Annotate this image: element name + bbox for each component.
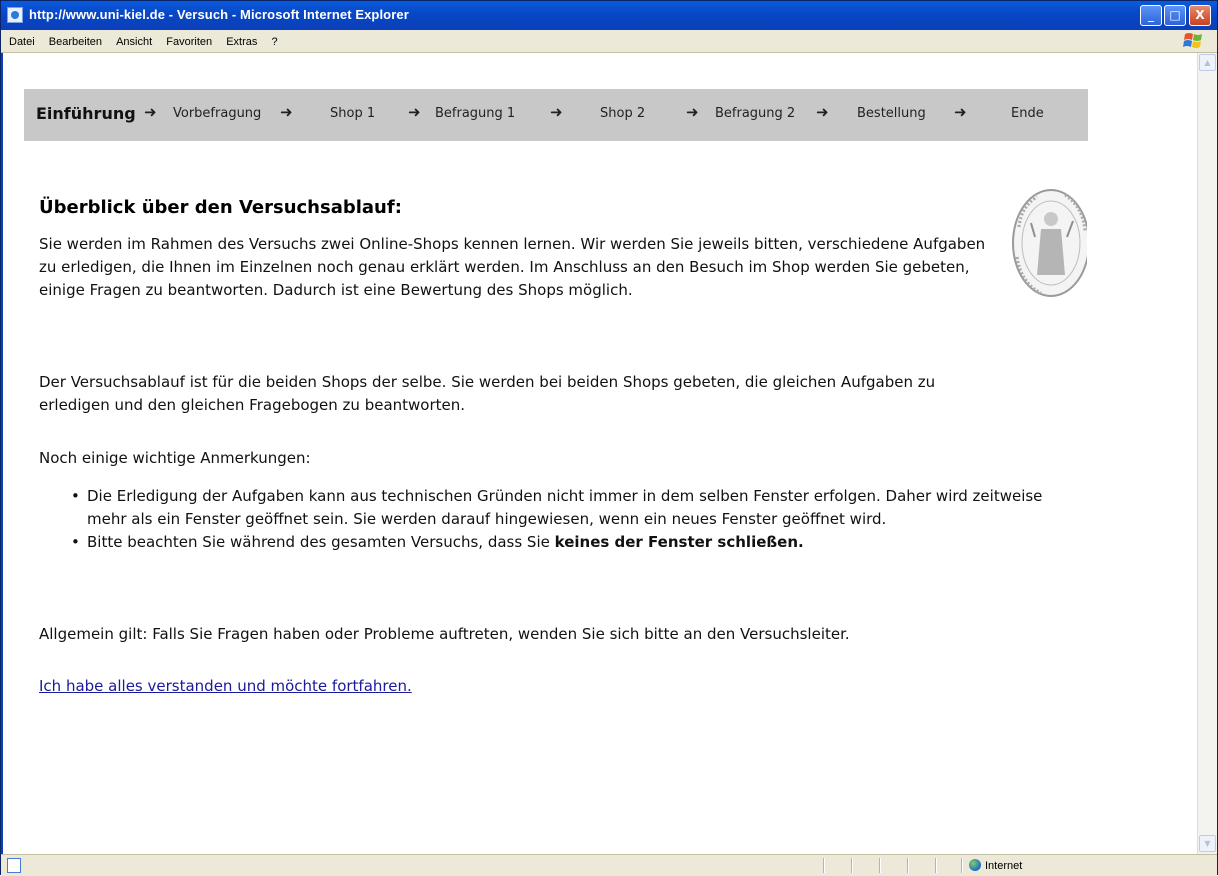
maximize-button[interactable]: □ bbox=[1164, 5, 1186, 26]
status-divider bbox=[961, 858, 963, 873]
nav-arrow-icon: ➜ bbox=[686, 103, 699, 121]
menu-datei[interactable]: Datei bbox=[9, 31, 35, 53]
menu-help[interactable]: ? bbox=[272, 31, 278, 53]
security-zone-label: Internet bbox=[985, 860, 1023, 872]
browser-window: http://www.uni-kiel.de - Versuch - Micro… bbox=[0, 0, 1218, 876]
university-seal-icon bbox=[1012, 189, 1087, 297]
nav-step-shop-1: Shop 1 bbox=[330, 106, 376, 121]
nav-arrow-icon: ➜ bbox=[280, 103, 293, 121]
notes-list: Die Erledigung der Aufgaben kann aus tec… bbox=[39, 485, 1067, 554]
security-zone: Internet bbox=[969, 859, 1022, 872]
scroll-down-button[interactable]: ▼ bbox=[1199, 835, 1216, 852]
menu-extras[interactable]: Extras bbox=[226, 31, 257, 53]
globe-icon bbox=[969, 859, 981, 871]
procedure-paragraph: Der Versuchsablauf ist für die beiden Sh… bbox=[39, 373, 936, 414]
windows-logo-icon bbox=[1183, 33, 1202, 48]
nav-step-ende: Ende bbox=[1011, 106, 1044, 121]
nav-arrow-icon: ➜ bbox=[408, 103, 421, 121]
window-title: http://www.uni-kiel.de - Versuch - Micro… bbox=[29, 7, 409, 22]
nav-step-vorbefragung: Vorbefragung bbox=[173, 106, 262, 121]
status-divider bbox=[907, 858, 909, 873]
status-divider bbox=[935, 858, 937, 873]
warning-emphasis: keines der Fenster schließen. bbox=[554, 533, 804, 551]
page-heading: Überblick über den Versuchsablauf: bbox=[39, 197, 402, 218]
title-bar[interactable]: http://www.uni-kiel.de - Versuch - Micro… bbox=[1, 1, 1217, 30]
nav-arrow-icon: ➜ bbox=[550, 103, 563, 121]
status-divider bbox=[879, 858, 881, 873]
nav-arrow-icon: ➜ bbox=[816, 103, 829, 121]
notes-heading: Noch einige wichtige Anmerkungen: bbox=[39, 449, 311, 467]
window-frame-left bbox=[1, 53, 11, 854]
menu-bearbeiten[interactable]: Bearbeiten bbox=[49, 31, 102, 53]
nav-step-shop-2: Shop 2 bbox=[600, 106, 646, 121]
vertical-scrollbar[interactable]: ▲ ▼ bbox=[1197, 53, 1217, 854]
list-item: Die Erledigung der Aufgaben kann aus tec… bbox=[71, 485, 1067, 531]
progress-nav: Einführung ➜ Vorbefragung ➜ Shop 1 ➜ Bef… bbox=[24, 89, 1088, 141]
list-item-text: Bitte beachten Sie während des gesamten … bbox=[87, 533, 555, 551]
continue-link[interactable]: Ich habe alles verstanden und möchte for… bbox=[39, 677, 412, 695]
nav-step-bestellung: Bestellung bbox=[857, 106, 926, 121]
intro-paragraph: Sie werden im Rahmen des Versuchs zwei O… bbox=[39, 235, 986, 299]
nav-arrow-icon: ➜ bbox=[954, 103, 967, 121]
nav-step-befragung-1: Befragung 1 bbox=[435, 106, 516, 121]
scroll-up-button[interactable]: ▲ bbox=[1199, 54, 1216, 71]
nav-step-einfuehrung: Einführung bbox=[36, 104, 136, 123]
page-status-icon bbox=[7, 858, 21, 873]
menu-ansicht[interactable]: Ansicht bbox=[116, 31, 152, 53]
contact-paragraph: Allgemein gilt: Falls Sie Fragen haben o… bbox=[39, 625, 850, 643]
nav-step-befragung-2: Befragung 2 bbox=[715, 106, 796, 121]
nav-arrow-icon: ➜ bbox=[144, 103, 157, 121]
status-divider bbox=[851, 858, 853, 873]
list-item: Bitte beachten Sie während des gesamten … bbox=[71, 531, 1067, 554]
status-bar: Internet bbox=[1, 854, 1217, 876]
page-content: Einführung ➜ Vorbefragung ➜ Shop 1 ➜ Bef… bbox=[11, 53, 1196, 854]
menu-bar: Datei Bearbeiten Ansicht Favoriten Extra… bbox=[1, 30, 1217, 53]
status-divider bbox=[823, 858, 825, 873]
menu-favoriten[interactable]: Favoriten bbox=[166, 31, 212, 53]
ie-page-icon bbox=[7, 7, 23, 23]
minimize-button[interactable]: _ bbox=[1140, 5, 1162, 26]
close-button[interactable]: X bbox=[1189, 5, 1211, 26]
